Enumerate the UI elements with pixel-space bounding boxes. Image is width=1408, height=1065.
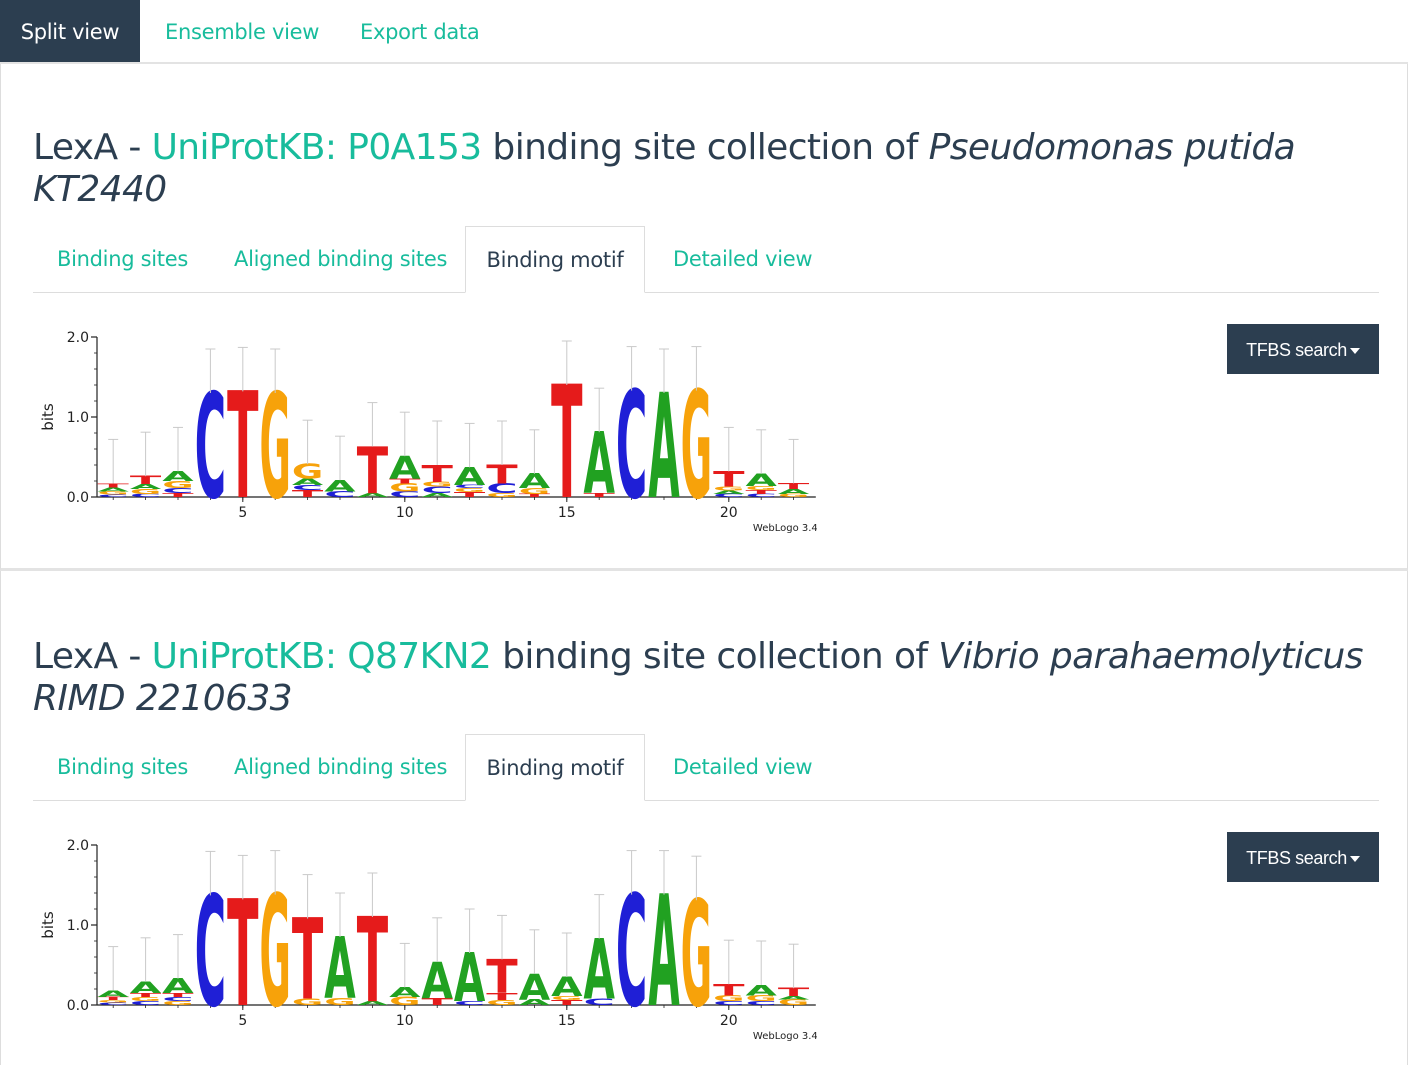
tfbs-search-label: TFBS search bbox=[1246, 340, 1347, 360]
caret-down-icon bbox=[1349, 348, 1360, 355]
uniprot-link[interactable]: UniProtKB: Q87KN2 bbox=[152, 636, 492, 677]
logo-letter: T bbox=[98, 482, 130, 488]
tab-export-data[interactable]: Export data bbox=[360, 0, 480, 62]
y-axis-label: bits bbox=[39, 911, 57, 939]
x-tick-label: 20 bbox=[720, 505, 738, 521]
tab-detailed-view[interactable]: Detailed view bbox=[673, 734, 813, 798]
sequence-logo: bits0.01.02.05 10 15 20WebLogo 3.4CGTACGTAG… bbox=[39, 838, 817, 1042]
tab-binding-sites[interactable]: Binding sites bbox=[57, 226, 188, 290]
y-tick-label: 0.0 bbox=[67, 998, 89, 1014]
y-tick-label: 1.0 bbox=[67, 918, 89, 934]
y-tick-label: 1.0 bbox=[67, 410, 89, 426]
tab-binding-motif[interactable]: Binding motif bbox=[465, 226, 645, 293]
tab-binding-motif[interactable]: Binding motif bbox=[465, 734, 645, 801]
collection-panel: LexA - UniProtKB: P0A153 binding site co… bbox=[0, 64, 1408, 571]
tab-aligned-binding-sites[interactable]: Aligned binding sites bbox=[234, 734, 447, 798]
panel-tabs: Binding sites Aligned binding sites Bind… bbox=[33, 734, 1379, 801]
panel-title: LexA - UniProtKB: P0A153 binding site co… bbox=[33, 127, 1363, 211]
tab-ensemble-view[interactable]: Ensemble view bbox=[165, 0, 319, 62]
tfbs-search-button[interactable]: TFBS search bbox=[1227, 832, 1379, 882]
x-tick-label: 20 bbox=[720, 1013, 738, 1029]
uniprot-link[interactable]: UniProtKB: P0A153 bbox=[152, 127, 483, 168]
tab-detailed-view[interactable]: Detailed view bbox=[673, 226, 813, 290]
y-tick-label: 2.0 bbox=[67, 330, 89, 346]
x-tick-label: 15 bbox=[558, 1013, 576, 1029]
panel-title: LexA - UniProtKB: Q87KN2 binding site co… bbox=[33, 636, 1364, 720]
tab-split-view[interactable]: Split view bbox=[0, 0, 140, 62]
top-nav: Split view Ensemble view Export data bbox=[0, 0, 1408, 64]
weblogo-credit: WebLogo 3.4 bbox=[753, 523, 817, 534]
caret-down-icon bbox=[1349, 856, 1360, 863]
title-mid: binding site collection of bbox=[491, 636, 939, 677]
tfbs-search-button[interactable]: TFBS search bbox=[1227, 324, 1379, 374]
x-tick-label: 10 bbox=[396, 1013, 414, 1029]
y-tick-label: 2.0 bbox=[67, 838, 89, 854]
collection-panel: LexA - UniProtKB: Q87KN2 binding site co… bbox=[0, 571, 1408, 1065]
panel-tabs: Binding sites Aligned binding sites Bind… bbox=[33, 226, 1379, 293]
tab-binding-sites[interactable]: Binding sites bbox=[57, 734, 188, 798]
weblogo-credit: WebLogo 3.4 bbox=[753, 1031, 817, 1042]
tab-aligned-binding-sites[interactable]: Aligned binding sites bbox=[234, 226, 447, 290]
tfbs-search-label: TFBS search bbox=[1246, 848, 1347, 868]
sequence-logo: bits0.01.02.05 10 15 20WebLogo 3.4CGATCGATT… bbox=[39, 330, 817, 535]
x-tick-label: 10 bbox=[396, 505, 414, 521]
y-tick-label: 0.0 bbox=[67, 490, 89, 506]
title-mid: binding site collection of bbox=[481, 127, 929, 168]
title-prefix: LexA - bbox=[33, 636, 152, 677]
title-prefix: LexA - bbox=[33, 127, 152, 168]
y-axis-label: bits bbox=[39, 403, 57, 431]
svg-text:T: T bbox=[98, 482, 130, 488]
